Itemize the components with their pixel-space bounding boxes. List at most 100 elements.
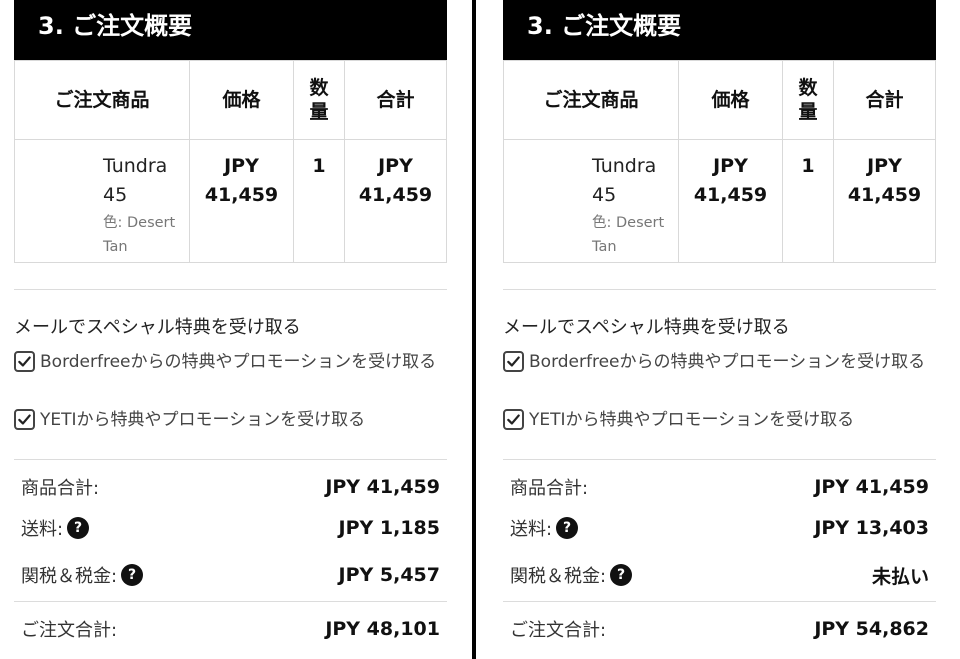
price-column-header: 価格 <box>190 61 293 140</box>
price-cell: JPY 41,459 <box>190 140 293 210</box>
product-cell: Tundra 45 色: Desert Tan <box>15 140 189 258</box>
quantity-header-char2: 量 <box>798 101 818 123</box>
price-column: 価格 JPY 41,459 <box>678 61 782 262</box>
yeti-optin[interactable]: YETIから特典やプロモーションを受け取る <box>14 408 440 433</box>
yeti-checkbox[interactable] <box>503 409 524 430</box>
total-currency: JPY <box>378 155 413 177</box>
product-column: ご注文商品 Tundra 45 色: Desert Tan <box>15 61 189 262</box>
yeti-checkbox[interactable] <box>14 409 35 430</box>
borderfree-checkbox[interactable] <box>14 351 35 372</box>
order-total-label: ご注文合計: <box>21 620 118 641</box>
total-cell: JPY 41,459 <box>345 140 446 210</box>
check-icon <box>507 414 520 425</box>
subtotal-label: 商品合計: <box>21 478 100 499</box>
total-amount: 41,459 <box>358 184 433 206</box>
total-column-header: 合計 <box>834 61 935 140</box>
tax-label-wrap: 関税＆税金: ? <box>21 562 144 588</box>
price-cell: JPY 41,459 <box>679 140 782 210</box>
price-currency: JPY <box>224 155 259 177</box>
mail-optin-title: メールでスペシャル特典を受け取る <box>503 317 790 338</box>
shipping-row: 送料: ? JPY 13,403 <box>510 514 929 542</box>
check-icon <box>18 356 31 367</box>
shipping-row: 送料: ? JPY 1,185 <box>21 514 440 542</box>
price-amount: 41,459 <box>693 184 768 206</box>
quantity-header-char1: 数 <box>798 77 818 99</box>
yeti-optin-label: YETIから特典やプロモーションを受け取る <box>529 410 855 430</box>
price-currency: JPY <box>713 155 748 177</box>
shipping-label-wrap: 送料: ? <box>21 515 90 541</box>
subtotal-row: 商品合計: JPY 41,459 <box>21 473 440 501</box>
product-column: ご注文商品 Tundra 45 色: Desert Tan <box>504 61 678 262</box>
divider <box>503 459 936 460</box>
product-name-line1: Tundra <box>103 155 168 177</box>
order-total-label: ご注文合計: <box>510 620 607 641</box>
check-icon <box>18 414 31 425</box>
product-variant-line1: 色: Desert <box>103 215 176 231</box>
tax-row: 関税＆税金: ? 未払い <box>510 561 929 589</box>
order-total-value: JPY 54,862 <box>814 618 929 640</box>
total-cell: JPY 41,459 <box>834 140 935 210</box>
order-summary-panel-left: 3. ご注文概要 ご注文商品 Tundra 45 色: Desert Tan 価… <box>14 0 447 659</box>
subtotal-value: JPY 41,459 <box>325 476 440 498</box>
product-column-header: ご注文商品 <box>15 61 189 140</box>
tax-label: 関税＆税金: <box>510 566 607 587</box>
borderfree-optin[interactable]: Borderfreeからの特典やプロモーションを受け取る <box>503 350 929 375</box>
yeti-optin[interactable]: YETIから特典やプロモーションを受け取る <box>503 408 929 433</box>
tax-value: 未払い <box>871 565 929 588</box>
product-variant-line1: 色: Desert <box>592 215 665 231</box>
quantity-cell: 1 <box>801 155 815 177</box>
order-total-row: ご注文合計: JPY 48,101 <box>21 615 440 643</box>
divider <box>503 289 936 290</box>
quantity-column: 数 量 1 <box>782 61 833 262</box>
panel-divider <box>472 0 476 659</box>
product-cell: Tundra 45 色: Desert Tan <box>504 140 678 258</box>
total-column-header: 合計 <box>345 61 446 140</box>
order-total-row: ご注文合計: JPY 54,862 <box>510 615 929 643</box>
shipping-label: 送料: <box>510 519 553 540</box>
borderfree-optin-label: Borderfreeからの特典やプロモーションを受け取る <box>40 352 437 372</box>
order-items-table: ご注文商品 Tundra 45 色: Desert Tan 価格 JPY 41,… <box>14 60 447 263</box>
borderfree-optin[interactable]: Borderfreeからの特典やプロモーションを受け取る <box>14 350 440 375</box>
total-column: 合計 JPY 41,459 <box>344 61 446 262</box>
product-variant-line2: Tan <box>592 239 617 255</box>
product-name-line1: Tundra <box>592 155 657 177</box>
product-name-line2: 45 <box>592 184 617 206</box>
shipping-label-wrap: 送料: ? <box>510 515 579 541</box>
price-column-header: 価格 <box>679 61 782 140</box>
tax-row: 関税＆税金: ? JPY 5,457 <box>21 561 440 589</box>
quantity-column: 数 量 1 <box>293 61 344 262</box>
section-header: 3. ご注文概要 <box>14 0 447 60</box>
section-header: 3. ご注文概要 <box>503 0 936 60</box>
borderfree-checkbox[interactable] <box>503 351 524 372</box>
shipping-value: JPY 13,403 <box>814 517 929 539</box>
shipping-label: 送料: <box>21 519 64 540</box>
shipping-value: JPY 1,185 <box>338 517 440 539</box>
divider <box>503 601 936 602</box>
tax-label: 関税＆税金: <box>21 566 118 587</box>
subtotal-value: JPY 41,459 <box>814 476 929 498</box>
quantity-header-char1: 数 <box>309 77 329 99</box>
borderfree-optin-label: Borderfreeからの特典やプロモーションを受け取る <box>529 352 926 372</box>
question-circle-icon[interactable]: ? <box>610 564 633 586</box>
mail-optin-title: メールでスペシャル特典を受け取る <box>14 317 301 338</box>
quantity-cell: 1 <box>312 155 326 177</box>
tax-label-wrap: 関税＆税金: ? <box>510 562 633 588</box>
yeti-optin-label: YETIから特典やプロモーションを受け取る <box>40 410 366 430</box>
question-circle-icon[interactable]: ? <box>67 517 90 539</box>
divider <box>14 289 447 290</box>
order-total-value: JPY 48,101 <box>325 618 440 640</box>
tax-value: JPY 5,457 <box>338 564 440 586</box>
total-amount: 41,459 <box>847 184 922 206</box>
divider <box>14 459 447 460</box>
total-column: 合計 JPY 41,459 <box>833 61 935 262</box>
order-items-table: ご注文商品 Tundra 45 色: Desert Tan 価格 JPY 41,… <box>503 60 936 263</box>
question-circle-icon[interactable]: ? <box>121 564 144 586</box>
product-name-line2: 45 <box>103 184 128 206</box>
subtotal-label: 商品合計: <box>510 478 589 499</box>
quantity-column-header: 数 量 <box>783 61 833 140</box>
subtotal-row: 商品合計: JPY 41,459 <box>510 473 929 501</box>
order-summary-panel-right: 3. ご注文概要 ご注文商品 Tundra 45 色: Desert Tan 価… <box>503 0 936 659</box>
question-circle-icon[interactable]: ? <box>556 517 579 539</box>
product-variant-line2: Tan <box>103 239 128 255</box>
divider <box>14 601 447 602</box>
